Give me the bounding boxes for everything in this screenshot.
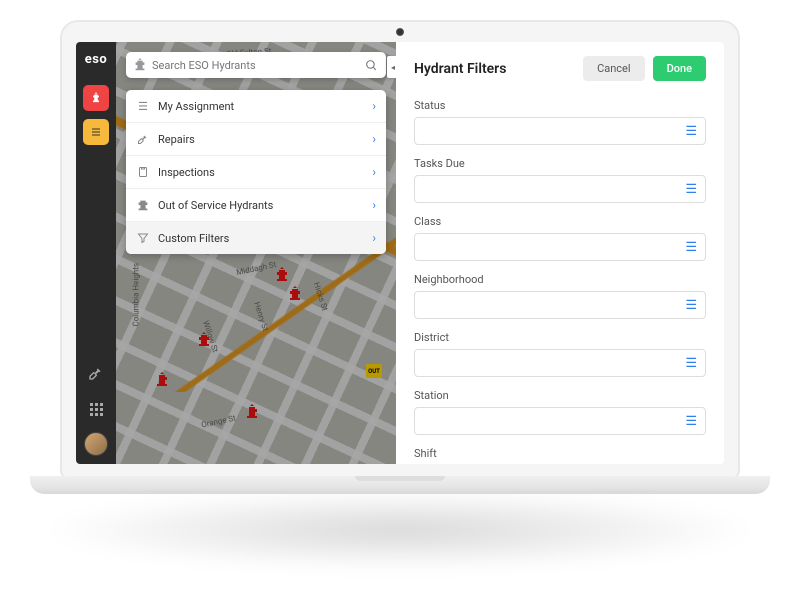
list-icon: ☰ xyxy=(685,183,697,196)
filter-field-class: Class ☰ xyxy=(414,215,706,261)
list-icon: ☰ xyxy=(685,299,697,312)
district-select[interactable]: ☰ xyxy=(414,349,706,377)
filter-field-tasks-due: Tasks Due ☰ xyxy=(414,157,706,203)
laptop-frame: eso Old Fulton St Middagh St Hic xyxy=(60,20,740,480)
class-select[interactable]: ☰ xyxy=(414,233,706,261)
search-icon[interactable] xyxy=(365,59,378,72)
list-icon: ☰ xyxy=(685,241,697,254)
filter-field-district: District ☰ xyxy=(414,331,706,377)
field-label: Tasks Due xyxy=(414,157,706,170)
chevron-right-icon: › xyxy=(372,132,376,146)
assignment-icon: ☰ xyxy=(136,100,150,113)
hydrant-off-icon xyxy=(136,198,150,212)
collapse-panel-button[interactable]: ◂ xyxy=(387,56,396,78)
hydrant-icon xyxy=(89,91,103,105)
field-label: Shift xyxy=(414,447,706,460)
menu-item-label: Custom Filters xyxy=(158,232,229,245)
neighborhood-select[interactable]: ☰ xyxy=(414,291,706,319)
filter-field-status: Status ☰ xyxy=(414,99,706,145)
menu-item-label: My Assignment xyxy=(158,100,234,113)
filters-header: Hydrant Filters Cancel Done xyxy=(414,56,706,81)
user-avatar[interactable] xyxy=(84,432,108,456)
clipboard-icon xyxy=(136,166,150,178)
sidebar-settings-button[interactable] xyxy=(83,360,109,386)
camera-dot xyxy=(396,28,404,36)
field-label: District xyxy=(414,331,706,344)
laptop-shadow xyxy=(40,490,760,570)
station-select[interactable]: ☰ xyxy=(414,407,706,435)
chevron-right-icon: › xyxy=(372,99,376,113)
laptop-base xyxy=(30,476,770,494)
field-label: Status xyxy=(414,99,706,112)
menu-inspections[interactable]: Inspections › xyxy=(126,156,386,189)
list-icon: ☰ xyxy=(685,125,697,138)
list-icon: ☰ xyxy=(685,357,697,370)
search-input[interactable] xyxy=(152,59,359,72)
filter-field-neighborhood: Neighborhood ☰ xyxy=(414,273,706,319)
hydrant-icon xyxy=(134,58,146,72)
logo: eso xyxy=(85,52,108,67)
sidebar-alerts-button[interactable] xyxy=(83,119,109,145)
search-bar xyxy=(126,52,386,78)
app-screen: eso Old Fulton St Middagh St Hic xyxy=(76,42,724,464)
wrench-icon xyxy=(136,133,150,145)
done-button[interactable]: Done xyxy=(653,56,706,81)
menu-item-label: Inspections xyxy=(158,166,215,179)
menu-my-assignment[interactable]: ☰ My Assignment › xyxy=(126,90,386,123)
app-sidebar: eso xyxy=(76,42,116,464)
filter-field-station: Station ☰ xyxy=(414,389,706,435)
menu-custom-filters[interactable]: Custom Filters › xyxy=(126,222,386,254)
menu-item-label: Repairs xyxy=(158,133,195,146)
funnel-icon xyxy=(136,232,150,244)
wrench-icon xyxy=(88,365,104,381)
filter-field-shift: Shift ☰ xyxy=(414,447,706,464)
list-icon: ☰ xyxy=(685,415,697,428)
filters-panel: Hydrant Filters Cancel Done Status ☰ Tas… xyxy=(396,42,724,464)
menu-out-of-service[interactable]: Out of Service Hydrants › xyxy=(126,189,386,222)
chevron-right-icon: › xyxy=(372,198,376,212)
field-label: Neighborhood xyxy=(414,273,706,286)
map-panel: Old Fulton St Middagh St Hicks St Henry … xyxy=(116,42,396,464)
tasks-due-select[interactable]: ☰ xyxy=(414,175,706,203)
menu-item-label: Out of Service Hydrants xyxy=(158,199,273,212)
status-select[interactable]: ☰ xyxy=(414,117,706,145)
filters-title: Hydrant Filters xyxy=(414,61,506,77)
menu-repairs[interactable]: Repairs › xyxy=(126,123,386,156)
chevron-right-icon: › xyxy=(372,165,376,179)
sidebar-apps-button[interactable] xyxy=(83,396,109,422)
search-menu: ☰ My Assignment › Repairs › Inspections … xyxy=(126,90,386,254)
field-label: Class xyxy=(414,215,706,228)
cancel-button[interactable]: Cancel xyxy=(583,56,644,81)
chevron-right-icon: › xyxy=(372,231,376,245)
field-label: Station xyxy=(414,389,706,402)
sidebar-hydrants-button[interactable] xyxy=(83,85,109,111)
list-icon xyxy=(90,126,102,138)
apps-grid-icon xyxy=(90,403,103,416)
